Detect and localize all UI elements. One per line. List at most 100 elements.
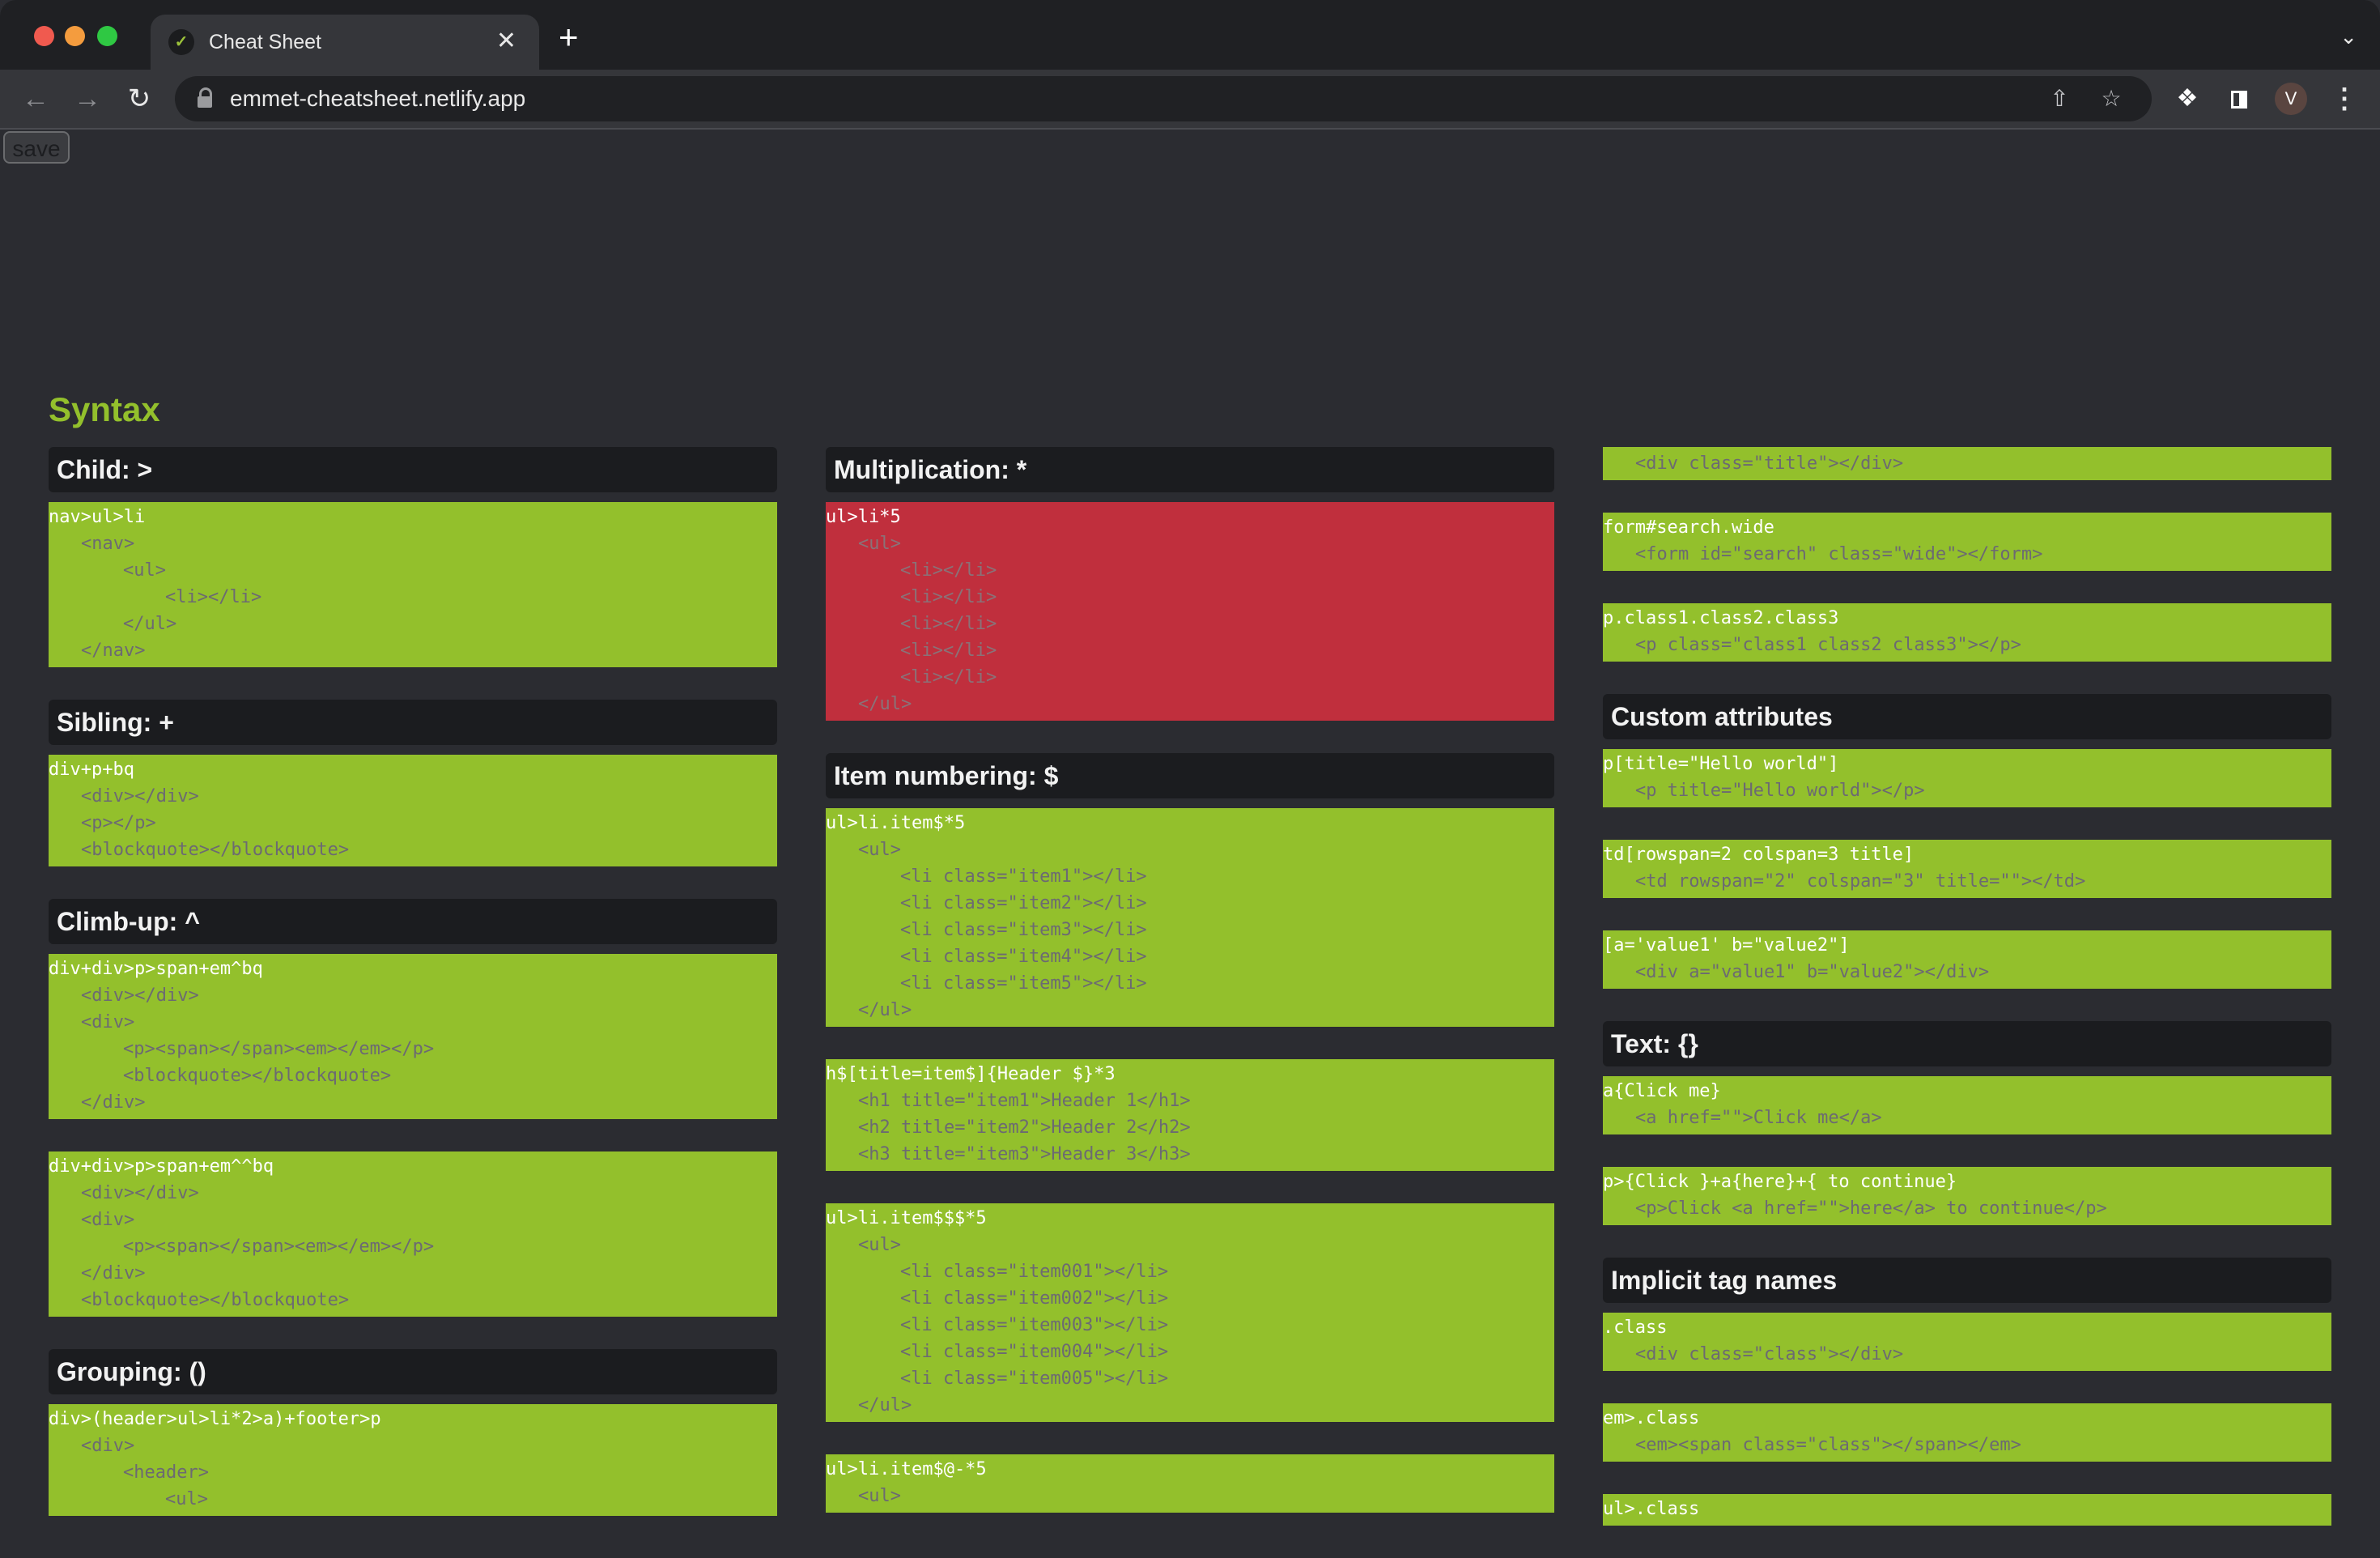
- output-line: <li></li>: [900, 614, 997, 634]
- output-line: </ul>: [858, 1000, 912, 1020]
- url-text[interactable]: emmet-cheatsheet.netlify.app: [230, 86, 525, 112]
- output-line: <li class="item004"></li>: [900, 1342, 1169, 1362]
- group-header: Grouping: (): [49, 1349, 777, 1394]
- example-block[interactable]: <div class="title"></div>: [1603, 447, 2331, 480]
- output-line: </ul>: [858, 1395, 912, 1415]
- save-button[interactable]: save: [3, 131, 70, 164]
- example-block[interactable]: ul>li.item$$$*5 <ul> <li class="item001"><…: [826, 1203, 1554, 1422]
- syntax-group: Text: {} a{Click me} <a href="">Click me</…: [1603, 1021, 2331, 1225]
- example-block[interactable]: div>(header>ul>li*2>a)+footer>p <div> <hea…: [49, 1404, 777, 1516]
- output-line: <p></p>: [81, 813, 156, 833]
- output-line: <blockquote></blockquote>: [81, 1290, 350, 1310]
- plus-icon[interactable]: +: [559, 20, 579, 54]
- output-line: <div></div>: [81, 985, 199, 1006]
- syntax-group: Custom attributes p[title="Hello world"] <…: [1603, 694, 2331, 989]
- syntax-group: Grouping: () div>(header>ul>li*2>a)+foote…: [49, 1349, 777, 1516]
- example-block[interactable]: h$[title=item$]{Header $}*3 <h1 title="it…: [826, 1059, 1554, 1171]
- kebab-menu-icon[interactable]: ⋮: [2328, 81, 2361, 117]
- group-header: Child: >: [49, 447, 777, 492]
- chevron-down-icon[interactable]: ⌄: [2340, 24, 2357, 49]
- group-header: Custom attributes: [1603, 694, 2331, 739]
- output-line: <ul>: [858, 1486, 901, 1506]
- output-line: </ul>: [858, 694, 912, 714]
- output-line: <li></li>: [165, 587, 262, 607]
- output-line: <td rowspan="2" colspan="3" title=""></t…: [1635, 871, 2086, 892]
- example-block[interactable]: nav>ul>li <nav> <ul> <li></li> </ul> </nav>: [49, 502, 777, 667]
- example-block[interactable]: td[rowspan=2 colspan=3 title] <td rowspan…: [1603, 840, 2331, 898]
- output-line: <li class="item002"></li>: [900, 1288, 1169, 1309]
- reload-icon[interactable]: ↻: [121, 81, 157, 117]
- share-icon[interactable]: ⇧: [2043, 83, 2076, 115]
- example-block[interactable]: ul>li.item$*5 <ul> <li class="item1"></li>…: [826, 808, 1554, 1027]
- output-line: <p>Click <a href="">here</a> to continue…: [1635, 1198, 2107, 1219]
- abbreviation: div+div>p>span+em^bq: [49, 959, 263, 979]
- example-block[interactable]: em>.class <em><span class="class"></span>…: [1603, 1403, 2331, 1462]
- abbreviation: p[title="Hello world"]: [1603, 754, 1839, 774]
- abbreviation: p>{Click }+a{here}+{ to continue}: [1603, 1172, 1957, 1192]
- output-line: <div></div>: [81, 786, 199, 807]
- output-line: </ul>: [123, 614, 177, 634]
- output-line: <li class="item001"></li>: [900, 1262, 1169, 1282]
- browser-title-bar: ✓ Cheat Sheet ✕ + ⌄: [0, 0, 2380, 70]
- close-window-button[interactable]: [34, 26, 54, 46]
- output-line: <li class="item2"></li>: [900, 893, 1147, 913]
- output-line: <p><span></span><em></em></p>: [123, 1039, 435, 1059]
- maximize-window-button[interactable]: [97, 26, 117, 46]
- abbreviation: ul>li*5: [826, 507, 901, 527]
- address-bar[interactable]: emmet-cheatsheet.netlify.app ⇧ ☆: [175, 76, 2152, 121]
- example-block[interactable]: a{Click me} <a href="">Click me</a>: [1603, 1076, 2331, 1134]
- side-panel-icon[interactable]: [2221, 81, 2257, 117]
- star-icon[interactable]: ☆: [2095, 83, 2127, 115]
- column-2: Multiplication: * ul>li*5 <ul> <li></li> <li…: [826, 447, 1554, 1545]
- output-line: <div class="class"></div>: [1635, 1344, 1904, 1364]
- syntax-group: <div class="title"></div> form#search.wid…: [1603, 447, 2331, 662]
- example-block[interactable]: ul>li*5 <ul> <li></li> <li></li> <li></li> <l…: [826, 502, 1554, 721]
- example-block[interactable]: div+p+bq <div></div> <p></p> <blockquote></…: [49, 755, 777, 866]
- example-block[interactable]: div+div>p>span+em^bq <div></div> <div> <p><…: [49, 954, 777, 1119]
- output-line: <ul>: [858, 840, 901, 860]
- example-block[interactable]: form#search.wide <form id="search" class=…: [1603, 513, 2331, 571]
- abbreviation: ul>li.item$*5: [826, 813, 966, 833]
- example-block[interactable]: p>{Click }+a{here}+{ to continue} <p>Clic…: [1603, 1167, 2331, 1225]
- group-header: Climb-up: ^: [49, 899, 777, 944]
- syntax-group: Climb-up: ^ div+div>p>span+em^bq <div></di…: [49, 899, 777, 1317]
- example-block[interactable]: div+div>p>span+em^^bq <div></div> <div> <p>…: [49, 1151, 777, 1317]
- output-line: <li></li>: [900, 587, 997, 607]
- abbreviation: ul>li.item$@-*5: [826, 1459, 987, 1479]
- example-block[interactable]: p[title="Hello world"] <p title="Hello wo…: [1603, 749, 2331, 807]
- output-line: <p><span></span><em></em></p>: [123, 1237, 435, 1257]
- output-line: <li></li>: [900, 667, 997, 687]
- output-line: <h2 title="item2">Header 2</h2>: [858, 1117, 1191, 1138]
- puzzle-icon[interactable]: ❖: [2170, 81, 2205, 117]
- example-block[interactable]: [a='value1' b="value2"] <div a="value1" b…: [1603, 930, 2331, 989]
- lock-icon[interactable]: [198, 87, 212, 109]
- syntax-group: Sibling: + div+p+bq <div></div> <p></p> <blo…: [49, 700, 777, 866]
- output-line: <ul>: [858, 1235, 901, 1255]
- syntax-group: Item numbering: $ ul>li.item$*5 <ul> <li cl…: [826, 753, 1554, 1513]
- output-line: <blockquote></blockquote>: [123, 1066, 392, 1086]
- output-line: <div>: [81, 1012, 135, 1032]
- output-line: <blockquote></blockquote>: [81, 840, 350, 860]
- tab-cheat-sheet[interactable]: ✓ Cheat Sheet ✕: [151, 15, 539, 70]
- example-block[interactable]: p.class1.class2.class3 <p class="class1 c…: [1603, 603, 2331, 662]
- output-line: <li class="item1"></li>: [900, 866, 1147, 887]
- tab-title: Cheat Sheet: [209, 31, 321, 53]
- example-block[interactable]: ul>li.item$@-*5 <ul>: [826, 1454, 1554, 1513]
- output-line: <li class="item4"></li>: [900, 947, 1147, 967]
- avatar[interactable]: V: [2275, 83, 2307, 115]
- syntax-group: Implicit tag names .class <div class="clas…: [1603, 1258, 2331, 1526]
- output-line: </nav>: [81, 641, 146, 661]
- example-block[interactable]: .class <div class="class"></div>: [1603, 1313, 2331, 1371]
- group-header: Sibling: +: [49, 700, 777, 745]
- example-block[interactable]: ul>.class: [1603, 1494, 2331, 1526]
- close-icon[interactable]: ✕: [496, 28, 516, 55]
- abbreviation: a{Click me}: [1603, 1081, 1721, 1101]
- output-line: <div></div>: [81, 1183, 199, 1203]
- arrow-right-icon[interactable]: →: [70, 81, 105, 117]
- group-header: Text: {}: [1603, 1021, 2331, 1066]
- abbreviation: h$[title=item$]{Header $}*3: [826, 1064, 1116, 1084]
- arrow-left-icon[interactable]: ←: [18, 81, 53, 117]
- minimize-window-button[interactable]: [65, 26, 85, 46]
- abbreviation: form#search.wide: [1603, 517, 1774, 538]
- output-line: <form id="search" class="wide"></form>: [1635, 544, 2043, 564]
